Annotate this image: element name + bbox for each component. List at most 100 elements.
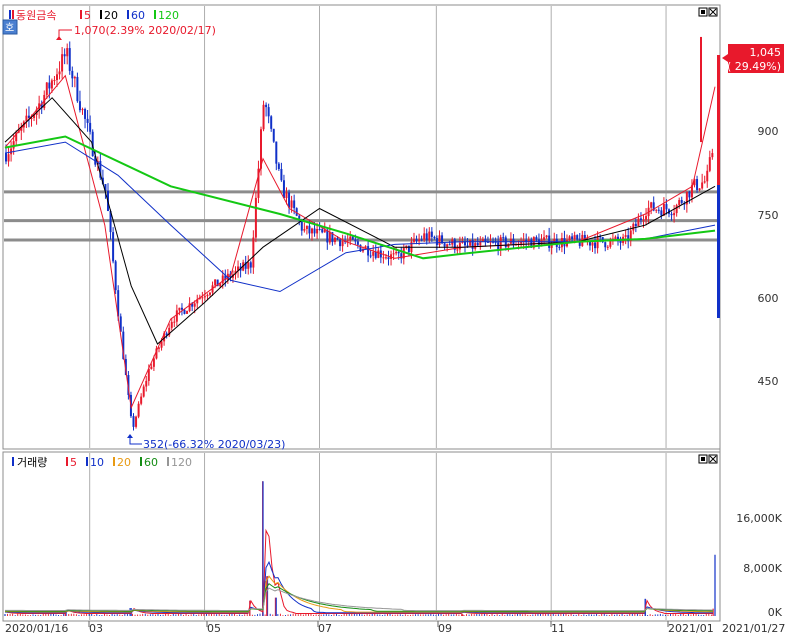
chart-tab-label: 호 — [5, 22, 14, 34]
candle-body — [262, 104, 265, 130]
candle-body — [71, 70, 74, 79]
legend-swatch — [154, 10, 156, 19]
price-panel-close-button[interactable] — [708, 7, 718, 17]
candle-body — [346, 240, 349, 242]
candle-body — [142, 386, 145, 397]
legend-swatch — [80, 10, 82, 19]
candle-body — [175, 310, 178, 322]
candle-body — [135, 416, 138, 427]
candle-body — [272, 128, 275, 142]
candle-body — [318, 228, 321, 230]
candle-body — [624, 235, 627, 237]
candle-body — [50, 80, 53, 89]
candle-body — [634, 223, 637, 227]
x-tick-label: 2021/01 — [668, 622, 714, 635]
candle-body — [673, 213, 676, 216]
candle-body — [374, 251, 377, 258]
x-tick-label: 11 — [551, 622, 565, 635]
y-tick-label: 600 — [758, 292, 779, 305]
candle-body — [504, 237, 507, 248]
volume-panel-restore-button[interactable] — [698, 454, 708, 464]
legend-marker-red — [12, 10, 14, 19]
candle-body — [606, 246, 609, 248]
candle-body — [140, 396, 143, 404]
volume-y-axis: 16,000K 8,000K 0K — [736, 512, 782, 619]
legend-label: 20 — [104, 9, 118, 22]
candle-body — [428, 231, 431, 241]
candle-body — [351, 236, 354, 240]
candle-body — [282, 180, 285, 199]
candle-body — [433, 236, 436, 239]
candle-body — [407, 245, 410, 253]
price-axis-up-marker — [717, 55, 720, 185]
candle-body — [392, 253, 395, 255]
candle-body — [265, 104, 268, 108]
candle-body — [290, 200, 293, 208]
volume-legend-marker — [12, 457, 14, 466]
candle-body — [435, 238, 438, 245]
legend-label: 5 — [84, 9, 91, 22]
candle-body — [456, 249, 459, 251]
candle-body — [706, 170, 709, 182]
candle-body — [558, 246, 561, 248]
volume-y-tick-label: 0K — [768, 606, 783, 619]
candle-body — [499, 237, 502, 251]
candle-body — [701, 182, 704, 189]
candle-body — [481, 239, 484, 242]
legend-label: 60 — [131, 9, 145, 22]
volume-panel-close-button[interactable] — [708, 454, 718, 464]
candle-body — [420, 239, 423, 241]
candle-body — [293, 200, 296, 209]
candle-body — [252, 237, 255, 268]
legend-label: 120 — [158, 9, 179, 22]
volume-label: 거래량 — [17, 456, 47, 469]
x-axis: 2020/01/16 03 05 07 09 11 2021/01 2021/0… — [5, 622, 785, 635]
candle-body — [305, 225, 308, 229]
candle-body — [300, 220, 303, 231]
candle-body — [543, 237, 546, 240]
price-panel-restore-button[interactable] — [698, 7, 708, 17]
volume-panel-frame — [2, 451, 721, 622]
candle-body — [81, 109, 84, 111]
candle-body — [206, 294, 209, 297]
candle-body — [132, 416, 135, 427]
candle-body — [568, 236, 571, 241]
candle-body — [145, 380, 148, 387]
x-tick-label: 05 — [207, 622, 221, 635]
candle-body — [68, 48, 71, 71]
candle-body — [285, 192, 288, 199]
candle-body — [186, 311, 189, 314]
candle-body — [571, 236, 574, 239]
candle-body — [267, 107, 270, 117]
candle-body — [708, 157, 711, 171]
high-annotation: 1,070(2.39% 2020/02/17) — [74, 24, 216, 37]
candle-body — [678, 200, 681, 206]
candle-body — [642, 219, 645, 221]
candle-body — [84, 109, 87, 119]
candle-body — [382, 257, 385, 259]
candle-body — [193, 303, 196, 307]
candle-body — [639, 218, 642, 221]
candle-body — [619, 241, 622, 243]
candle-body — [594, 242, 597, 249]
candle-body — [254, 197, 257, 238]
candle-body — [336, 237, 339, 240]
candle-body — [221, 275, 224, 284]
candle-body — [321, 229, 324, 233]
candle-body — [53, 80, 56, 82]
candle-body — [446, 244, 449, 247]
legend-swatch — [113, 457, 115, 466]
legend-marker — [9, 10, 11, 19]
candle-body — [5, 153, 7, 162]
candle-body — [180, 307, 183, 310]
candle-body — [114, 261, 117, 291]
candle-body — [341, 241, 344, 247]
candle-body — [349, 236, 352, 241]
candle-body — [63, 54, 66, 57]
price-axis-down-marker — [717, 185, 720, 318]
price-y-axis: 900 750 600 450 — [758, 125, 779, 388]
candle-body — [150, 366, 153, 369]
candle-body — [423, 233, 426, 240]
candle-body — [369, 255, 372, 257]
candle-body — [469, 239, 472, 246]
